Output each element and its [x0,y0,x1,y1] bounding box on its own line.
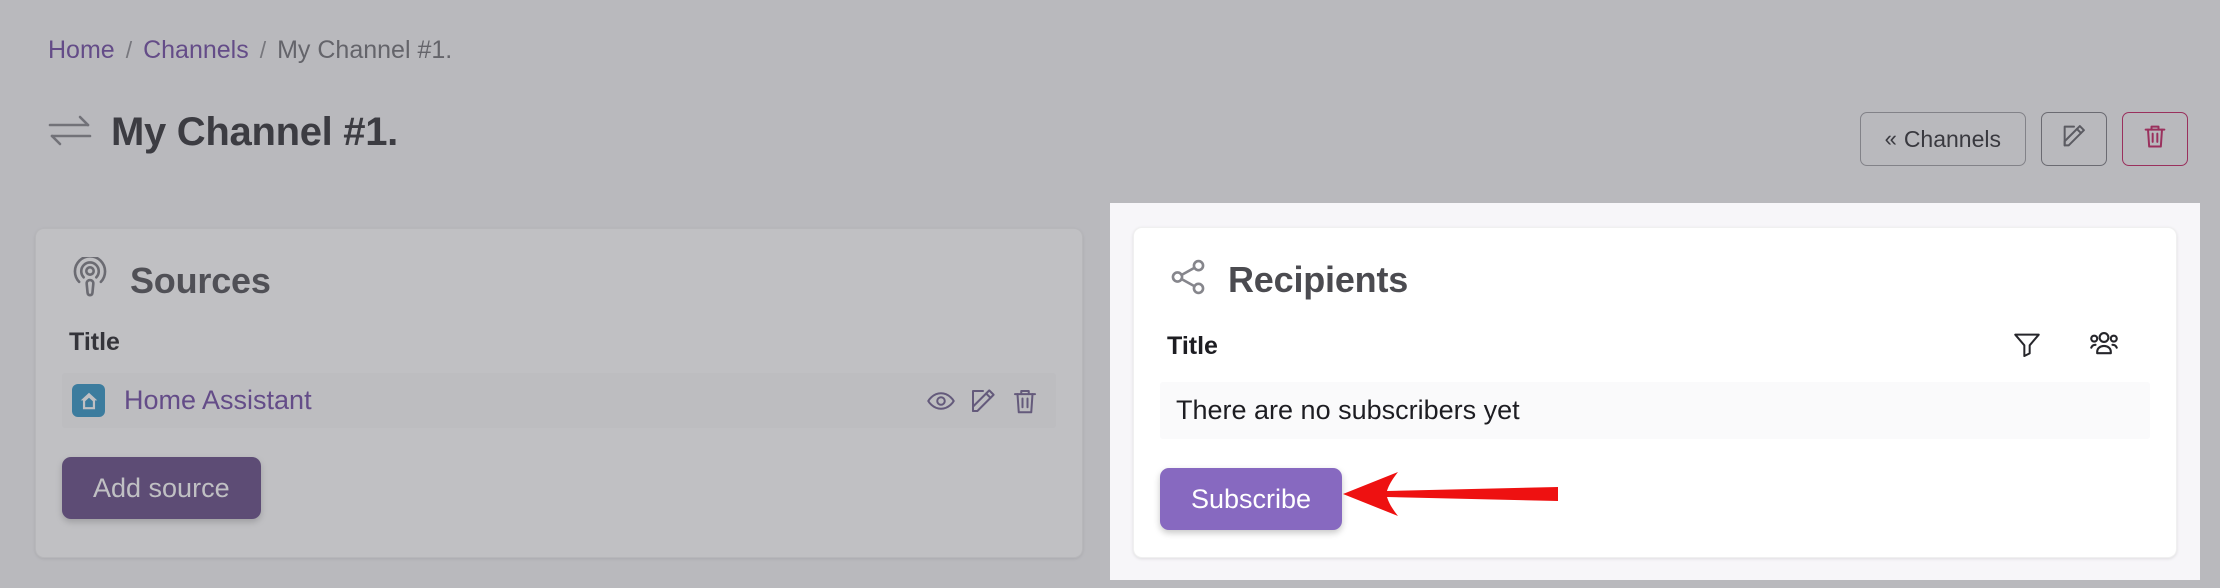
recipients-empty-message: There are no subscribers yet [1160,382,2150,439]
pencil-square-icon[interactable] [968,386,998,416]
eye-icon[interactable] [926,386,956,416]
exchange-arrows-icon [48,113,92,152]
breadcrumb: Home / Channels / My Channel #1. [48,36,452,65]
source-row-main: Home Assistant [72,384,312,417]
source-link-home-assistant[interactable]: Home Assistant [124,385,312,416]
pencil-square-icon [2060,122,2088,156]
podcast-icon [69,255,111,304]
users-group-icon[interactable] [2087,327,2121,366]
recipients-card: Recipients Title There are no subscriber… [1133,227,2177,558]
trash-icon[interactable] [1010,386,1040,416]
breadcrumb-link-home[interactable]: Home [48,36,115,65]
recipients-card-title: Recipients [1228,258,1409,300]
share-nodes-icon [1167,256,1209,303]
double-chevron-left-icon: « [1884,126,1897,151]
add-source-button[interactable]: Add source [62,457,261,519]
back-to-channels-label: Channels [1903,125,2001,152]
delete-channel-button[interactable] [2122,112,2188,166]
sources-column-title: Title [69,328,120,356]
trash-icon [2141,122,2169,156]
back-to-channels-button[interactable]: « Channels [1859,112,2026,166]
breadcrumb-separator: / [125,37,133,63]
breadcrumb-link-channels[interactable]: Channels [143,36,249,65]
filter-funnel-icon[interactable] [2011,328,2043,365]
recipients-column-header: Title [1134,327,2176,366]
source-row-actions [926,386,1048,416]
page-header: My Channel #1. [48,110,398,155]
sources-column-header: Title [36,328,1082,357]
edit-channel-button[interactable] [2041,112,2107,166]
table-row: Home Assistant [62,373,1056,428]
sources-card: Sources Title Home Assistant Add source [35,228,1083,558]
home-assistant-icon [72,384,105,417]
sources-card-title: Sources [130,259,271,301]
breadcrumb-current-page: My Channel #1. [277,36,453,64]
breadcrumb-separator: / [259,37,267,63]
subscribe-button[interactable]: Subscribe [1160,468,1343,530]
page-title: My Channel #1. [111,110,398,154]
recipients-tools [2011,327,2143,366]
recipients-card-header: Recipients [1134,228,2176,303]
recipients-column-title: Title [1167,332,1218,360]
header-actions: « Channels [1859,112,2188,166]
sources-card-header: Sources [36,229,1082,304]
